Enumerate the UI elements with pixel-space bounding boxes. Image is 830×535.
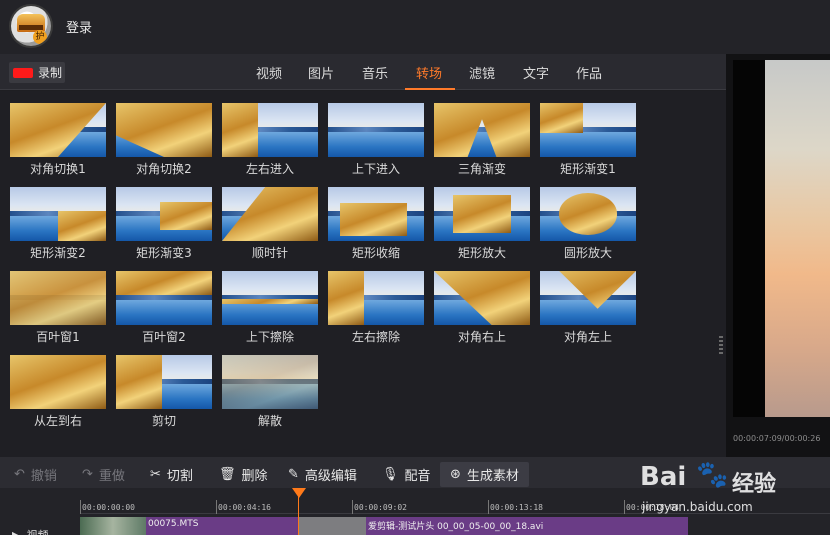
transition-thumbnail[interactable] — [10, 103, 106, 157]
preview-frame — [765, 60, 830, 417]
play-icon: ▶ — [12, 528, 21, 535]
tab-text[interactable]: 文字 — [523, 63, 549, 82]
playhead-line — [298, 496, 299, 535]
undo-icon: ↶ — [14, 467, 25, 482]
transition-thumbnail[interactable] — [116, 355, 212, 409]
transition-thumbnail[interactable] — [222, 271, 318, 325]
transition-label[interactable]: 矩形渐变3 — [111, 244, 217, 261]
transition-label[interactable]: 对角切换2 — [111, 160, 217, 177]
transition-thumbnail[interactable] — [222, 355, 318, 409]
transition-label[interactable]: 顺时针 — [217, 244, 323, 261]
tick-label: 00:00:13:18 — [490, 503, 543, 512]
tab-filter[interactable]: 滤镜 — [469, 63, 495, 82]
transition-label[interactable]: 矩形渐变1 — [535, 160, 641, 177]
transition-label[interactable]: 上下进入 — [323, 160, 429, 177]
transition-label[interactable]: 百叶窗2 — [111, 328, 217, 345]
transition-label[interactable]: 解散 — [217, 412, 323, 429]
timeline-clip[interactable]: 00075.MTS — [80, 517, 298, 535]
redo-button[interactable]: ↷ 重做 — [82, 465, 125, 484]
trash-icon: 🗑 — [219, 467, 236, 482]
transition-grid: 对角切换1 对角切换2 左右进入 上下进入 三角渐变 矩形渐变1 矩形渐变2 矩形渐变3 顺时针… — [0, 91, 726, 457]
transition-label[interactable]: 对角切换1 — [5, 160, 111, 177]
clip-thumbnail — [80, 517, 146, 535]
baidu-watermark: Bai 🐾 经验 jingyan.baidu.com — [640, 460, 777, 514]
transition-label[interactable]: 对角左上 — [535, 328, 641, 345]
transition-label[interactable]: 左右擦除 — [323, 328, 429, 345]
transition-thumbnail[interactable] — [328, 271, 424, 325]
transition-thumbnail[interactable] — [328, 187, 424, 241]
scissors-icon: ✂ — [150, 467, 161, 482]
tab-transition[interactable]: 转场 — [416, 63, 442, 82]
transition-label[interactable]: 从左到右 — [5, 412, 111, 429]
preview-panel: 00:00:07:09/00:00:26 — [726, 54, 830, 457]
generate-material-button[interactable]: ⊛ 生成素材 — [440, 462, 529, 487]
transition-label[interactable]: 圆形放大 — [535, 244, 641, 261]
paw-icon: 🐾 — [696, 460, 729, 490]
playhead-handle[interactable] — [292, 488, 306, 498]
film-reel-icon: ⊛ — [450, 467, 461, 482]
transition-label[interactable]: 三角渐变 — [429, 160, 535, 177]
record-button[interactable]: 录制 — [9, 62, 65, 83]
microphone-icon: 🎙 — [382, 467, 399, 482]
video-track-label: ▶ 视频 — [12, 527, 48, 535]
active-tab-indicator — [405, 88, 455, 90]
tick-label: 00:00:00:00 — [82, 503, 135, 512]
top-bar: 护 登录 — [0, 0, 830, 54]
record-label: 录制 — [38, 66, 63, 80]
record-icon — [13, 67, 33, 78]
transition-thumbnail[interactable] — [434, 271, 530, 325]
dub-button[interactable]: 🎙 配音 — [382, 465, 431, 484]
timeline-transition-gap[interactable] — [298, 517, 366, 535]
transition-label[interactable]: 矩形渐变2 — [5, 244, 111, 261]
transition-thumbnail[interactable] — [540, 271, 636, 325]
transition-thumbnail[interactable] — [116, 271, 212, 325]
transition-thumbnail[interactable] — [222, 187, 318, 241]
transition-thumbnail[interactable] — [434, 103, 530, 157]
transition-thumbnail[interactable] — [10, 271, 106, 325]
transition-thumbnail[interactable] — [328, 103, 424, 157]
undo-button[interactable]: ↶ 撤销 — [14, 465, 57, 484]
transition-label[interactable]: 对角右上 — [429, 328, 535, 345]
app-logo: 护 — [11, 6, 51, 46]
redo-icon: ↷ — [82, 467, 93, 482]
transition-label[interactable]: 矩形收缩 — [323, 244, 429, 261]
cut-button[interactable]: ✂ 切割 — [150, 465, 193, 484]
transition-label[interactable]: 左右进入 — [217, 160, 323, 177]
transition-thumbnail[interactable] — [116, 103, 212, 157]
transition-thumbnail[interactable] — [222, 103, 318, 157]
tick-label: 00:00:04:16 — [218, 503, 271, 512]
delete-button[interactable]: 🗑 删除 — [219, 465, 268, 484]
tick-label: 00:00:09:02 — [354, 503, 407, 512]
transition-thumbnail[interactable] — [116, 187, 212, 241]
transition-thumbnail[interactable] — [10, 355, 106, 409]
transition-thumbnail[interactable] — [540, 187, 636, 241]
transition-thumbnail[interactable] — [10, 187, 106, 241]
transition-thumbnail[interactable] — [434, 187, 530, 241]
login-link[interactable]: 登录 — [66, 17, 92, 36]
tab-music[interactable]: 音乐 — [362, 63, 388, 82]
transition-label[interactable]: 上下擦除 — [217, 328, 323, 345]
tab-image[interactable]: 图片 — [308, 63, 334, 82]
transition-label[interactable]: 百叶窗1 — [5, 328, 111, 345]
transition-thumbnail[interactable] — [540, 103, 636, 157]
pen-icon: ✎ — [288, 467, 299, 482]
transition-label[interactable]: 剪切 — [111, 412, 217, 429]
logo-badge-icon: 护 — [33, 30, 47, 44]
advanced-edit-button[interactable]: ✎ 高级编辑 — [288, 465, 357, 484]
splitter-handle[interactable] — [719, 336, 723, 354]
transition-label[interactable]: 矩形放大 — [429, 244, 535, 261]
tab-video[interactable]: 视频 — [256, 63, 282, 82]
category-tabs: 录制 视频 图片 音乐 转场 滤镜 文字 作品 — [0, 54, 726, 90]
preview-timecode: 00:00:07:09/00:00:26 — [733, 434, 821, 443]
tab-works[interactable]: 作品 — [576, 63, 602, 82]
